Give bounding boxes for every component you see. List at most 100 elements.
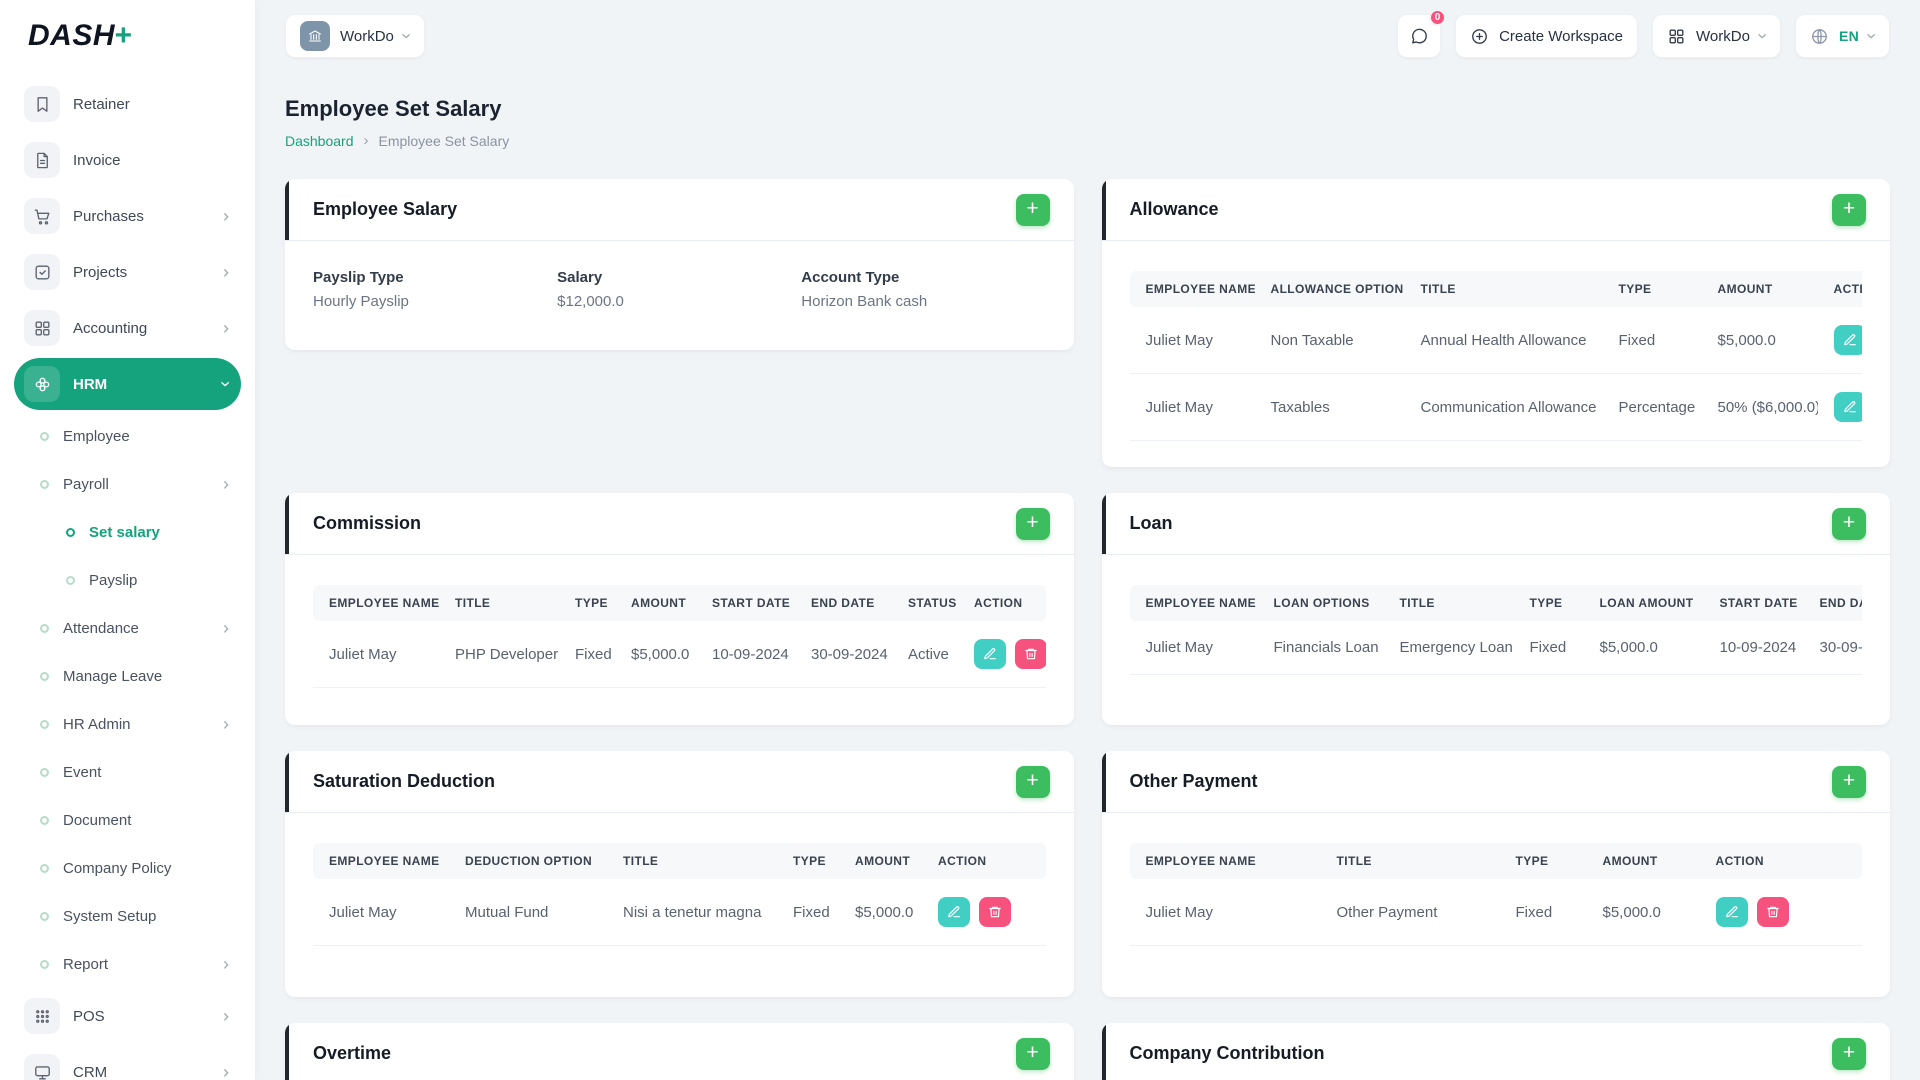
sidebar-item-accounting[interactable]: Accounting › bbox=[14, 302, 241, 354]
chevron-down-icon: › bbox=[1862, 33, 1882, 39]
column-header: TYPE bbox=[559, 585, 615, 621]
sidebar-item-payslip[interactable]: Payslip bbox=[18, 558, 241, 602]
bullet-icon bbox=[40, 815, 49, 825]
column-header: TITLE bbox=[439, 585, 559, 621]
workspace-switcher[interactable]: WorkDo › bbox=[285, 14, 425, 58]
table-cell: Fixed bbox=[559, 621, 615, 688]
sidebar-item-label: Invoice bbox=[73, 151, 121, 169]
sidebar-item-label: Payroll bbox=[63, 475, 109, 493]
delete-button[interactable] bbox=[1015, 639, 1046, 669]
edit-button[interactable] bbox=[938, 897, 970, 927]
delete-button[interactable] bbox=[979, 897, 1011, 927]
breadcrumb: Dashboard › Employee Set Salary bbox=[285, 132, 1890, 149]
table-cell: $5,000.0 bbox=[1583, 621, 1704, 675]
table-header-row: EMPLOYEE NAME ALLOWANCE OPTION TITLE TYP… bbox=[1129, 271, 1862, 307]
sidebar: DASH + Retainer Invoice Purchases › Proj… bbox=[0, 0, 255, 1080]
bullet-icon bbox=[40, 671, 49, 681]
add-loan-button[interactable]: + bbox=[1832, 507, 1866, 540]
bullet-icon bbox=[40, 863, 49, 873]
table-cell: PHP Developer bbox=[439, 621, 559, 688]
bullet-icon bbox=[40, 431, 49, 441]
add-saturation-deduction-button[interactable]: + bbox=[1015, 765, 1050, 798]
card-title: Overtime bbox=[313, 1043, 392, 1063]
field-label: Account Type bbox=[801, 269, 900, 286]
card-title: Other Payment bbox=[1129, 771, 1258, 791]
column-header: AMOUNT bbox=[1586, 843, 1700, 879]
workspace-menu-button[interactable]: WorkDo › bbox=[1652, 14, 1781, 58]
table-cell-actions bbox=[1817, 373, 1862, 441]
chat-icon bbox=[1411, 28, 1427, 44]
table-cell-actions bbox=[922, 879, 1046, 946]
table-cell: Juliet May bbox=[313, 621, 439, 688]
table-header-row: EMPLOYEE NAME TITLE TYPE AMOUNT START DA… bbox=[313, 585, 1046, 621]
sidebar-item-purchases[interactable]: Purchases › bbox=[14, 190, 241, 242]
sidebar-item-hrm[interactable]: HRM › bbox=[14, 358, 241, 410]
chevron-down-icon: › bbox=[1752, 33, 1773, 39]
company-contribution-card: Company Contribution + bbox=[1101, 1023, 1890, 1080]
edit-button[interactable] bbox=[1715, 897, 1748, 927]
sidebar-item-pos[interactable]: POS › bbox=[14, 990, 241, 1042]
field-label: Salary bbox=[557, 269, 603, 286]
edit-button[interactable] bbox=[1833, 392, 1862, 422]
add-commission-button[interactable]: + bbox=[1015, 507, 1050, 540]
sidebar-item-report[interactable]: Report › bbox=[18, 942, 241, 986]
sidebar-item-event[interactable]: Event bbox=[18, 750, 241, 794]
sidebar-item-employee[interactable]: Employee bbox=[18, 414, 241, 458]
sidebar-item-payroll[interactable]: Payroll › bbox=[18, 462, 241, 506]
field-value: $12,000.0 bbox=[557, 293, 624, 310]
sidebar-item-label: Manage Leave bbox=[63, 667, 163, 685]
language-label: EN bbox=[1838, 28, 1859, 44]
sidebar-item-invoice[interactable]: Invoice bbox=[14, 134, 241, 186]
sidebar-item-set-salary[interactable]: Set salary bbox=[18, 510, 241, 554]
table-cell: Fixed bbox=[777, 879, 839, 946]
add-company-contribution-button[interactable]: + bbox=[1832, 1037, 1866, 1070]
sidebar-item-label: Projects bbox=[73, 263, 128, 281]
table-header-row: EMPLOYEE NAME DEDUCTION OPTION TITLE TYP… bbox=[313, 843, 1046, 879]
sidebar-item-projects[interactable]: Projects › bbox=[14, 246, 241, 298]
sidebar-item-attendance[interactable]: Attendance › bbox=[18, 606, 241, 650]
column-header: DEDUCTION OPTION bbox=[449, 843, 607, 879]
card-title: Loan bbox=[1129, 513, 1173, 533]
add-allowance-button[interactable]: + bbox=[1832, 193, 1866, 226]
column-header: AMOUNT bbox=[839, 843, 922, 879]
chevron-right-icon: › bbox=[223, 474, 229, 494]
edit-button[interactable] bbox=[1833, 325, 1862, 355]
globe-icon bbox=[1812, 28, 1827, 44]
sidebar-item-label: Employee bbox=[63, 427, 130, 445]
column-header: EMPLOYEE NAME bbox=[313, 585, 439, 621]
chevron-right-icon: › bbox=[223, 1006, 229, 1026]
sidebar-item-crm[interactable]: CRM › bbox=[14, 1046, 241, 1080]
chevron-right-icon: › bbox=[223, 618, 229, 638]
add-other-payment-button[interactable]: + bbox=[1832, 765, 1866, 798]
plus-circle-icon bbox=[1472, 28, 1487, 44]
sidebar-item-hr-admin[interactable]: HR Admin › bbox=[18, 702, 241, 746]
sidebar-item-company-policy[interactable]: Company Policy bbox=[18, 846, 241, 890]
sidebar-item-retainer[interactable]: Retainer bbox=[14, 78, 241, 130]
add-overtime-button[interactable]: + bbox=[1015, 1037, 1050, 1070]
workspace-menu-label: WorkDo bbox=[1696, 27, 1750, 45]
dash-logo[interactable]: DASH + bbox=[0, 0, 255, 72]
workspace-grid-icon bbox=[1669, 28, 1684, 44]
language-selector[interactable]: EN › bbox=[1794, 14, 1890, 58]
chevron-right-icon: › bbox=[223, 1062, 229, 1080]
employee-salary-card: Employee Salary + Payslip Type Hourly Pa… bbox=[285, 179, 1074, 350]
breadcrumb-dashboard-link[interactable]: Dashboard bbox=[285, 133, 354, 149]
saturation-deduction-table: EMPLOYEE NAME DEDUCTION OPTION TITLE TYP… bbox=[313, 843, 1046, 946]
table-cell: Financials Loan bbox=[1257, 621, 1384, 675]
column-header: AMOUNT bbox=[1701, 271, 1818, 307]
other-payment-table: EMPLOYEE NAME TITLE TYPE AMOUNT ACTION J… bbox=[1129, 843, 1862, 946]
edit-button[interactable] bbox=[974, 639, 1006, 669]
sidebar-item-manage-leave[interactable]: Manage Leave bbox=[18, 654, 241, 698]
table-row: Juliet May Other Payment Fixed $5,000.0 bbox=[1129, 879, 1862, 946]
create-workspace-button[interactable]: Create Workspace bbox=[1455, 14, 1639, 58]
sidebar-item-label: Purchases bbox=[73, 207, 144, 225]
table-cell: Fixed bbox=[1602, 307, 1702, 374]
allowance-table: EMPLOYEE NAME ALLOWANCE OPTION TITLE TYP… bbox=[1129, 271, 1862, 441]
sidebar-item-document[interactable]: Document bbox=[18, 798, 241, 842]
delete-button[interactable] bbox=[1756, 897, 1789, 927]
sidebar-item-system-setup[interactable]: System Setup bbox=[18, 894, 241, 938]
add-employee-salary-button[interactable]: + bbox=[1015, 193, 1050, 226]
messages-button[interactable]: 0 bbox=[1397, 9, 1447, 58]
table-cell: Fixed bbox=[1513, 621, 1584, 675]
loan-card: Loan + EMPLOYEE NAME LOAN OPTIONS TITLE … bbox=[1101, 493, 1890, 725]
